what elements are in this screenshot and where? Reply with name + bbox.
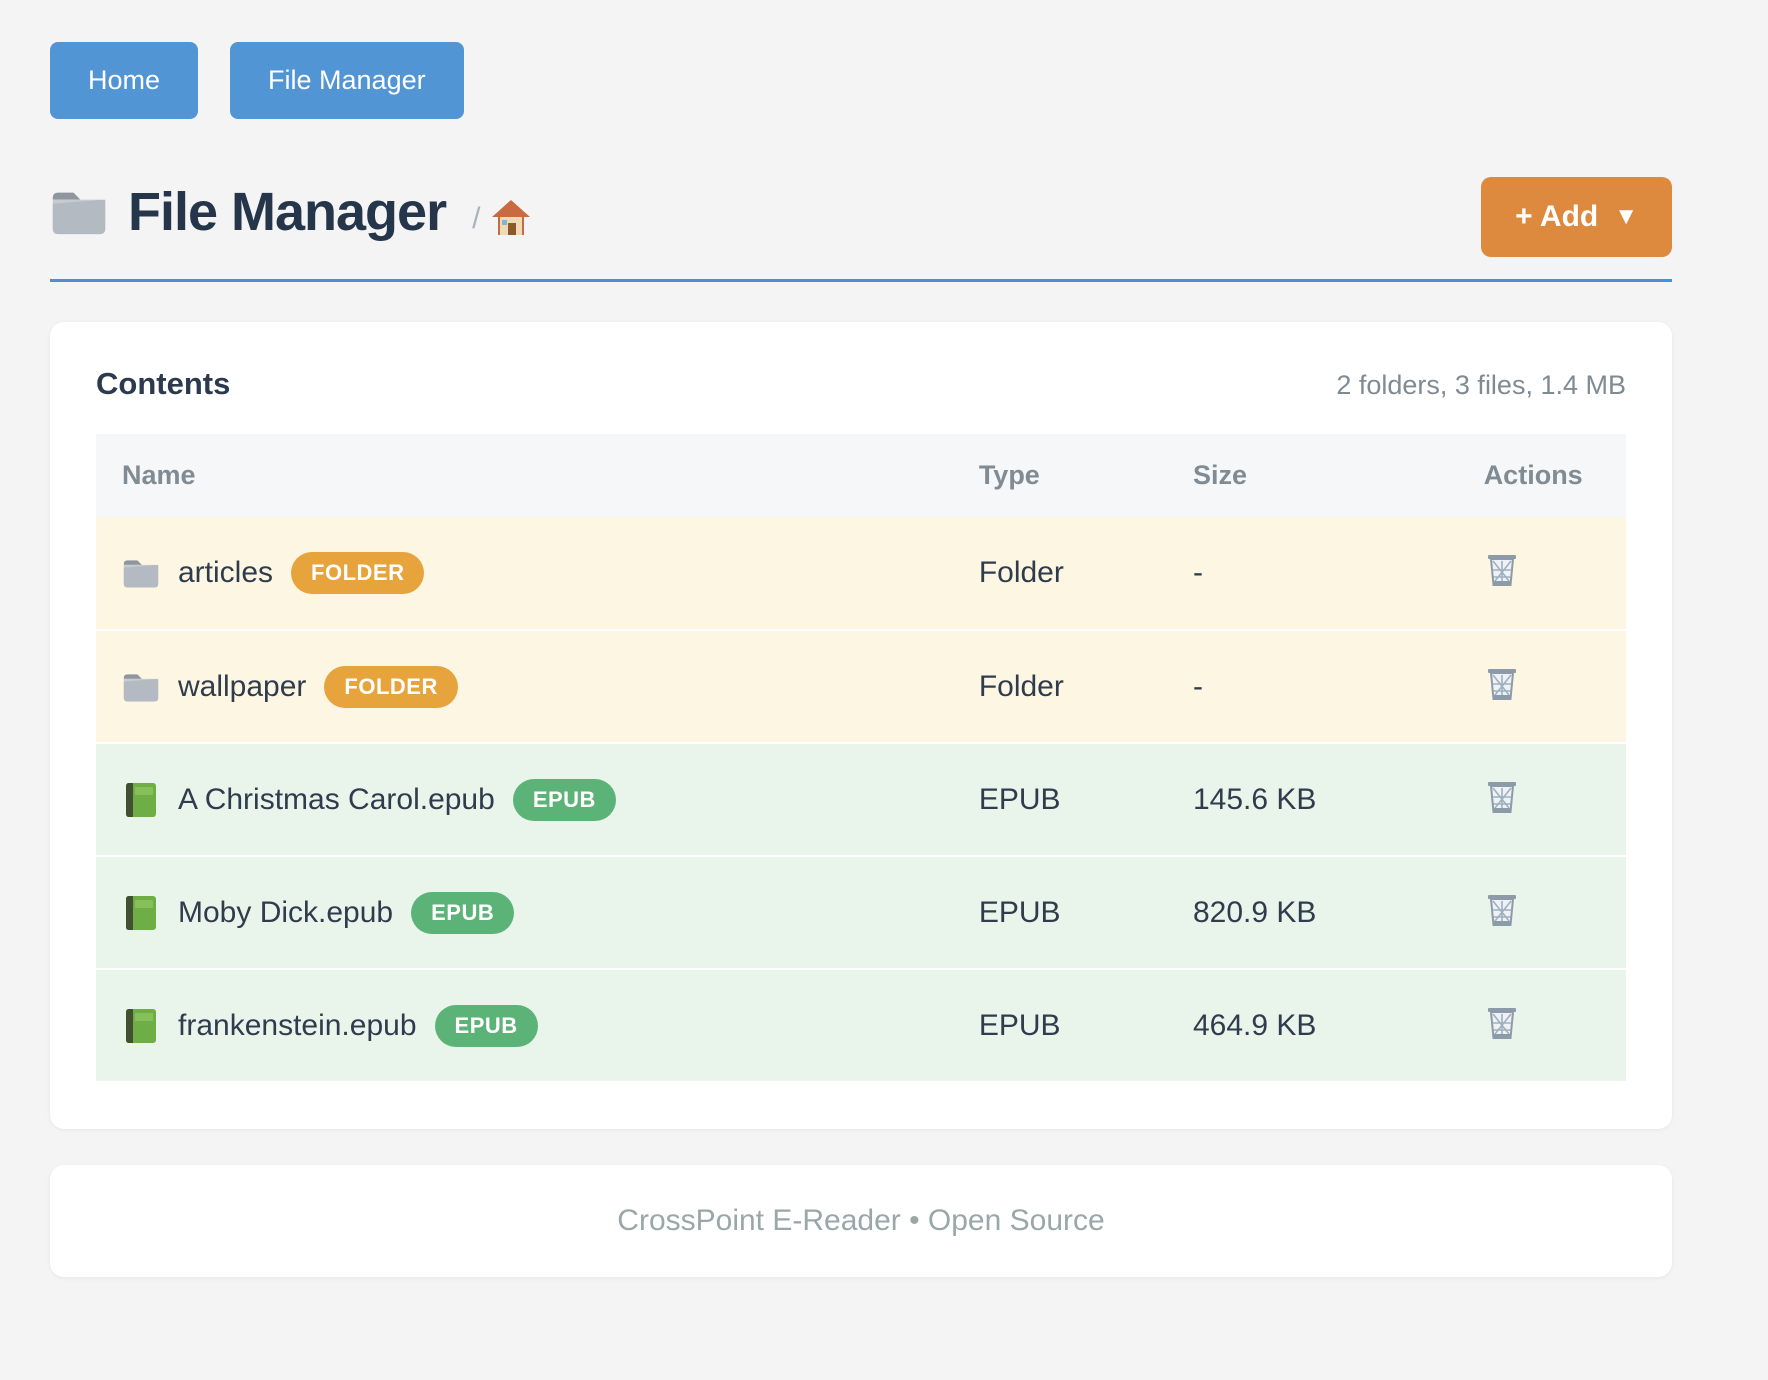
top-nav: Home File Manager: [50, 0, 1672, 119]
size-cell: 145.6 KB: [1167, 743, 1458, 856]
type-cell: Folder: [953, 630, 1167, 743]
contents-summary: 2 folders, 3 files, 1.4 MB: [1336, 370, 1626, 401]
add-button[interactable]: + Add ▼: [1481, 177, 1672, 257]
delete-button[interactable]: [1484, 550, 1520, 588]
file-name-link[interactable]: frankenstein.epub: [178, 1009, 417, 1043]
delete-button[interactable]: [1484, 890, 1520, 928]
table-row: articles FOLDER Folder -: [96, 517, 1626, 630]
table-row: A Christmas Carol.epub EPUB EPUB 145.6 K…: [96, 743, 1626, 856]
footer-text: CrossPoint E-Reader • Open Source: [617, 1204, 1104, 1238]
column-header-type: Type: [953, 434, 1167, 517]
size-cell: 464.9 KB: [1167, 969, 1458, 1082]
file-name-link[interactable]: A Christmas Carol.epub: [178, 783, 495, 817]
table-row: wallpaper FOLDER Folder -: [96, 630, 1626, 743]
size-cell: -: [1167, 630, 1458, 743]
green-book-icon: [122, 1008, 160, 1044]
contents-card: Contents 2 folders, 3 files, 1.4 MB Name…: [50, 322, 1672, 1129]
folder-icon: [122, 555, 160, 591]
folder-badge: FOLDER: [324, 666, 457, 708]
green-book-icon: [122, 895, 160, 931]
breadcrumb-separator: /: [472, 202, 480, 236]
folder-badge: FOLDER: [291, 552, 424, 594]
page-header: File Manager / + Add ▼: [50, 181, 1672, 243]
delete-button[interactable]: [1484, 664, 1520, 702]
add-button-label: + Add: [1515, 200, 1598, 234]
contents-title: Contents: [96, 366, 230, 402]
contents-header: Contents 2 folders, 3 files, 1.4 MB: [96, 366, 1626, 402]
trash-icon: [1484, 890, 1520, 928]
size-cell: 820.9 KB: [1167, 856, 1458, 969]
file-manager-nav-button[interactable]: File Manager: [230, 42, 464, 119]
trash-icon: [1484, 664, 1520, 702]
type-cell: EPUB: [953, 969, 1167, 1082]
epub-badge: EPUB: [435, 1005, 538, 1047]
type-cell: EPUB: [953, 856, 1167, 969]
home-nav-button[interactable]: Home: [50, 42, 198, 119]
column-header-size: Size: [1167, 434, 1458, 517]
delete-button[interactable]: [1484, 777, 1520, 815]
page-title: File Manager: [128, 181, 446, 243]
trash-icon: [1484, 1003, 1520, 1041]
delete-button[interactable]: [1484, 1003, 1520, 1041]
chevron-down-icon: ▼: [1614, 203, 1638, 231]
house-icon[interactable]: [490, 198, 532, 238]
folder-name-link[interactable]: articles: [178, 556, 273, 590]
table-row: Moby Dick.epub EPUB EPUB 820.9 KB: [96, 856, 1626, 969]
folder-name-link[interactable]: wallpaper: [178, 670, 306, 704]
size-cell: -: [1167, 517, 1458, 630]
green-book-icon: [122, 782, 160, 818]
file-name-link[interactable]: Moby Dick.epub: [178, 896, 393, 930]
title-divider: [50, 279, 1672, 282]
column-header-name: Name: [96, 434, 953, 517]
type-cell: Folder: [953, 517, 1167, 630]
folder-icon: [50, 187, 108, 237]
footer: CrossPoint E-Reader • Open Source: [50, 1165, 1672, 1277]
table-row: frankenstein.epub EPUB EPUB 464.9 KB: [96, 969, 1626, 1082]
type-cell: EPUB: [953, 743, 1167, 856]
file-table: Name Type Size Actions articles FOLDER F…: [96, 434, 1626, 1083]
folder-icon: [122, 669, 160, 705]
table-header-row: Name Type Size Actions: [96, 434, 1626, 517]
trash-icon: [1484, 777, 1520, 815]
epub-badge: EPUB: [513, 779, 616, 821]
trash-icon: [1484, 550, 1520, 588]
column-header-actions: Actions: [1458, 434, 1626, 517]
page: Home File Manager File Manager / + Add ▼…: [50, 0, 1672, 1277]
epub-badge: EPUB: [411, 892, 514, 934]
